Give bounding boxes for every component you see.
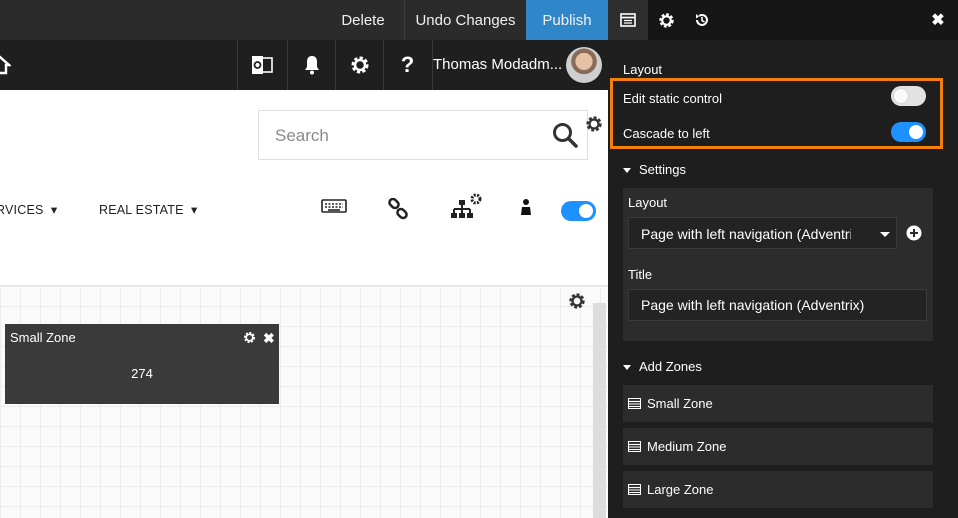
chevron-down-icon [880, 232, 890, 237]
outlook-icon[interactable] [237, 40, 285, 90]
bell-icon[interactable] [287, 40, 335, 90]
edit-mode-toggle[interactable] [561, 201, 596, 221]
cascade-to-left-label: Cascade to left [623, 126, 710, 141]
caret-down-icon [623, 168, 631, 174]
nav-item-label: RVICES [0, 203, 44, 217]
editor-toolbar: Delete Undo Changes Publish [0, 0, 608, 40]
gear-icon[interactable] [335, 40, 383, 90]
home-icon[interactable] [0, 40, 12, 90]
undo-changes-button[interactable]: Undo Changes [404, 0, 526, 40]
keyboard-icon[interactable] [321, 198, 347, 214]
toggle-knob [894, 89, 908, 103]
zone-value: 274 [131, 366, 153, 381]
site-header: ? Thomas Modadm... [0, 40, 608, 90]
caret-down-icon: ▾ [187, 203, 198, 217]
search-box[interactable]: Search [258, 110, 588, 160]
nav-item-label: REAL ESTATE [99, 203, 184, 217]
avatar[interactable] [566, 47, 602, 83]
search-input[interactable]: Search [275, 111, 329, 161]
layout-heading: Layout [623, 62, 663, 77]
caret-down-icon: ▾ [47, 203, 58, 217]
settings-section: Layout Page with left navigation (Advent… [623, 188, 933, 341]
person-icon[interactable] [520, 198, 532, 216]
settings-section-toggle[interactable]: Settings [623, 162, 686, 177]
zone-icon [628, 484, 641, 495]
layout-icon[interactable] [608, 0, 648, 40]
layout-select[interactable]: Page with left navigation (Adventrix) [628, 217, 897, 249]
edit-static-control-toggle[interactable] [891, 86, 926, 106]
cascade-to-left-toggle[interactable] [891, 122, 926, 142]
small-zone-widget[interactable]: Small Zone ✖ 274 [5, 324, 279, 404]
delete-button[interactable]: Delete [322, 0, 404, 40]
caret-down-icon [623, 365, 631, 371]
nav-item-real-estate[interactable]: REAL ESTATE ▾ [99, 202, 197, 217]
settings-heading: Settings [639, 162, 686, 177]
close-icon[interactable]: ✖ [263, 330, 275, 347]
layout-select-value: Page with left navigation (Adventrix) [641, 226, 851, 242]
nav-item-services[interactable]: RVICES ▾ [0, 202, 57, 217]
history-icon[interactable] [684, 0, 720, 40]
search-icon[interactable] [552, 122, 578, 148]
publish-button[interactable]: Publish [526, 0, 608, 40]
toggle-knob [909, 125, 923, 139]
add-small-zone-item[interactable]: Small Zone [623, 385, 933, 422]
close-icon[interactable]: ✖ [926, 0, 950, 40]
title-input[interactable]: Page with left navigation (Adventrix) [628, 289, 927, 321]
help-icon[interactable]: ? [383, 40, 431, 90]
add-medium-zone-item[interactable]: Medium Zone [623, 428, 933, 465]
user-name[interactable]: Thomas Modadm... [432, 40, 562, 90]
panel-tabs: ✖ [608, 0, 958, 40]
sitemap-icon[interactable] [450, 192, 484, 220]
add-zones-heading: Add Zones [639, 359, 702, 374]
edit-static-control-label: Edit static control [623, 91, 722, 106]
zone-item-label: Medium Zone [647, 439, 727, 454]
zone-icon [628, 398, 641, 409]
title-label: Title [628, 267, 653, 282]
gear-icon[interactable] [585, 115, 603, 133]
zone-item-label: Small Zone [647, 396, 713, 411]
add-large-zone-item[interactable]: Large Zone [623, 471, 933, 508]
layout-label: Layout [628, 195, 668, 210]
link-icon[interactable] [387, 198, 409, 220]
scrollbar[interactable] [593, 303, 606, 518]
gear-icon[interactable] [648, 0, 684, 40]
zone-icon [628, 441, 641, 452]
zone-item-label: Large Zone [647, 482, 714, 497]
zone-title: Small Zone [10, 330, 76, 345]
gear-icon[interactable] [243, 331, 256, 344]
properties-panel: ✖ Layout Edit static control Cascade to … [608, 0, 958, 518]
add-zones-section-toggle[interactable]: Add Zones [623, 359, 702, 374]
gear-icon[interactable] [568, 292, 586, 310]
add-icon[interactable] [906, 225, 922, 241]
